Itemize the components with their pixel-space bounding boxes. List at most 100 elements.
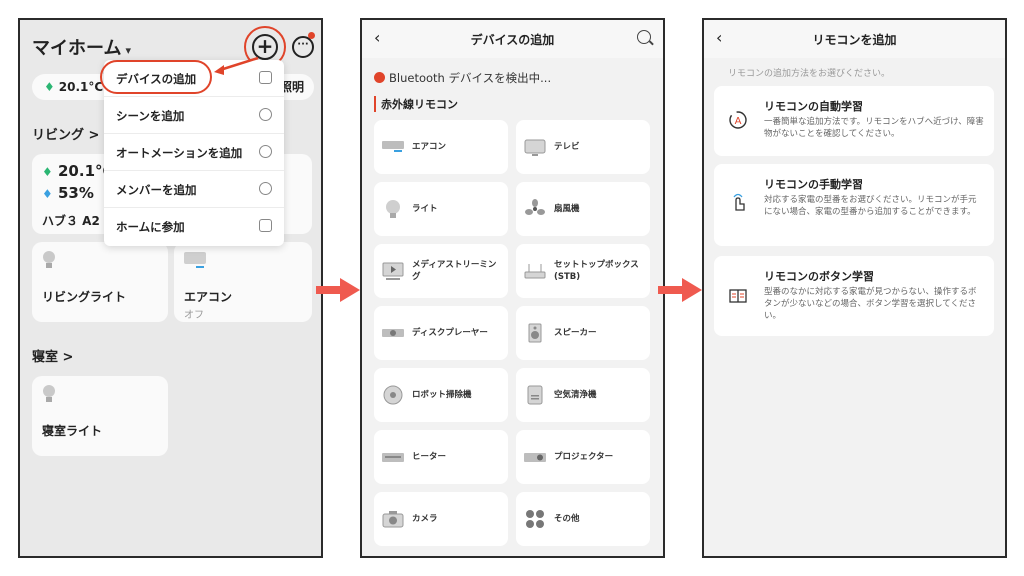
device-label: ディスクプレーヤー [412, 328, 488, 338]
more-button[interactable]: ··· [292, 36, 314, 58]
device-card[interactable]: テレビ [516, 120, 650, 174]
menu-label: シーンを追加 [116, 109, 185, 123]
option-manual-learn[interactable]: リモコンの手動学習 対応する家電の型番をお選びください。リモコンが手元にない場合… [714, 164, 994, 246]
device-card[interactable]: エアコン [374, 120, 508, 174]
hint-text: リモコンの追加方法をお選びください。 [728, 69, 891, 79]
menu-item-add-member[interactable]: メンバーを追加 [104, 171, 284, 208]
air-purifier-icon [524, 385, 546, 405]
header: ‹ リモコンを追加 [704, 20, 1005, 58]
svg-text:A: A [735, 116, 742, 127]
hub-humidity-row: ♦ 53% [42, 184, 94, 202]
search-icon[interactable] [637, 30, 651, 44]
device-card[interactable]: ロボット掃除機 [374, 368, 508, 422]
menu-item-join-home[interactable]: ホームに参加 [104, 208, 284, 245]
humidity-icon: ♦ [42, 187, 53, 201]
auto-learn-icon: A [729, 111, 747, 129]
weather-temp: 20.1°C [58, 80, 104, 94]
option-desc: 対応する家電の型番をお選びください。リモコンが手元にない場合、家電の型番から追加… [764, 195, 977, 217]
bulb-icon [43, 251, 55, 268]
notification-dot [308, 32, 315, 39]
device-card[interactable]: ディスクプレーヤー [374, 306, 508, 360]
stb-icon [524, 261, 546, 281]
option-title: リモコンの自動学習 [764, 100, 863, 113]
tv-icon [524, 137, 546, 157]
add-device-screen: ‹ デバイスの追加 Bluetooth デバイスを検出中... 赤外線リモコン … [360, 18, 665, 558]
option-desc: 一番簡単な追加方法です。リモコンをハブへ近づけ、障害物がないことを確認してくださ… [764, 117, 984, 139]
device-card[interactable]: カメラ [374, 492, 508, 546]
device-label: カメラ [412, 514, 438, 524]
menu-label: ホームに参加 [116, 220, 185, 234]
book-icon [729, 289, 747, 303]
menu-item-add-scene[interactable]: シーンを追加 [104, 97, 284, 134]
option-title: リモコンの手動学習 [764, 178, 863, 191]
add-remote-screen: ‹ リモコンを追加 リモコンの追加方法をお選びください。 A リモコンの自動学習… [702, 18, 1007, 558]
home-title[interactable]: マイホーム ▾ [32, 34, 131, 60]
device-label: 扇風機 [554, 204, 580, 214]
bulb-icon [382, 199, 404, 219]
fan-icon [524, 199, 546, 219]
aircon-name: エアコン [184, 290, 233, 304]
device-label: スピーカー [554, 328, 597, 338]
automation-icon [259, 145, 272, 158]
device-card[interactable]: メディアストリーミング [374, 244, 508, 298]
option-desc: 型番のなかに対応する家電が見つからない、操作するボタンが少ないなどの場合、ボタン… [764, 287, 977, 321]
option-button-learn[interactable]: リモコンのボタン学習 型番のなかに対応する家電が見つからない、操作するボタンが少… [714, 256, 994, 336]
aircon-icon [184, 252, 206, 268]
bluetooth-scan-text: Bluetooth デバイスを検出中... [389, 71, 552, 85]
flow-arrow-icon [658, 278, 702, 302]
option-title: リモコンのボタン学習 [764, 270, 874, 283]
bluetooth-icon [374, 72, 385, 83]
disc-player-icon [382, 323, 404, 343]
join-icon [259, 219, 272, 232]
hub-humidity: 53% [58, 184, 94, 202]
device-card[interactable]: セットトップボックス (STB) [516, 244, 650, 298]
device-label: メディアストリーミング [412, 260, 497, 282]
hub-name: ハブ３ A2 [42, 214, 100, 228]
aircon-card[interactable]: エアコン オフ [174, 242, 312, 322]
device-card[interactable]: プロジェクター [516, 430, 650, 484]
device-label: エアコン [412, 142, 447, 152]
media-icon [382, 261, 404, 281]
living-section-title[interactable]: リビング > [32, 124, 99, 143]
scene-icon [259, 108, 272, 121]
flow-arrow-icon [316, 278, 360, 302]
device-card[interactable]: 空気清浄機 [516, 368, 650, 422]
hand-tap-icon [733, 193, 745, 211]
device-label: その他 [554, 514, 580, 524]
device-card[interactable]: その他 [516, 492, 650, 546]
aircon-status: オフ [184, 310, 204, 321]
projector-icon [524, 447, 546, 467]
living-light-card[interactable]: リビングライト [32, 242, 168, 322]
home-screen: マイホーム ▾ + ··· ♦ 20.1°C 照明 リビング > ♦ 20.1°C … [18, 18, 323, 558]
option-auto-learn[interactable]: A リモコンの自動学習 一番簡単な追加方法です。リモコンをハブへ近づけ、障害物が… [714, 86, 994, 156]
device-card[interactable]: ライト [374, 182, 508, 236]
hub-temp-row: ♦ 20.1°C [42, 162, 114, 180]
bedroom-light-card[interactable]: 寝室ライト [32, 376, 168, 456]
thermometer-icon: ♦ [44, 80, 55, 94]
camera-icon [382, 509, 404, 529]
pointer-arrow-icon [214, 56, 259, 75]
menu-label: メンバーを追加 [116, 183, 197, 197]
bedroom-section-title[interactable]: 寝室 > [32, 346, 73, 365]
robot-vacuum-icon [382, 385, 404, 405]
device-card[interactable]: 扇風機 [516, 182, 650, 236]
bulb-icon [43, 385, 55, 402]
device-label: プロジェクター [554, 452, 614, 462]
page-title: リモコンを追加 [812, 33, 897, 47]
device-label: ライト [412, 204, 438, 214]
ir-section-title: 赤外線リモコン [374, 96, 458, 112]
device-label: ロボット掃除機 [412, 390, 472, 400]
device-card[interactable]: ヒーター [374, 430, 508, 484]
page-title: デバイスの追加 [470, 33, 555, 47]
person-icon [259, 182, 272, 195]
thermometer-icon: ♦ [42, 165, 53, 179]
home-title-text: マイホーム [32, 38, 122, 59]
more-icon: ··· [297, 39, 309, 50]
device-label: ヒーター [412, 452, 447, 462]
device-label: 空気清浄機 [554, 390, 597, 400]
menu-highlight-ring [100, 60, 212, 94]
menu-item-add-automation[interactable]: オートメーションを追加 [104, 134, 284, 171]
device-label: テレビ [554, 142, 580, 152]
device-card[interactable]: スピーカー [516, 306, 650, 360]
device-label: セットトップボックス (STB) [554, 260, 639, 282]
